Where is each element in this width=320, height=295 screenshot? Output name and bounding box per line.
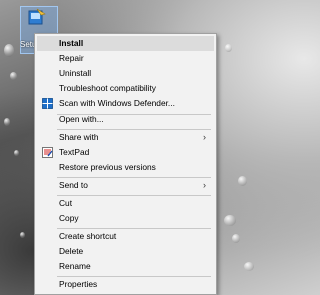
water-drop (10, 72, 17, 80)
shield-icon (42, 98, 53, 109)
water-drop (20, 232, 25, 238)
water-drop (4, 118, 10, 126)
menu-item-rename[interactable]: Rename (37, 259, 214, 274)
menu-item-label: Send to (59, 180, 88, 190)
water-drop (14, 150, 19, 156)
textpad-icon (42, 147, 53, 158)
menu-item-share-with[interactable]: Share with › (37, 130, 214, 145)
submenu-arrow-icon: › (203, 132, 206, 142)
installer-icon (28, 8, 46, 25)
menu-item-label: Restore previous versions (59, 162, 156, 172)
menu-item-label: Properties (59, 279, 98, 289)
water-drop (244, 262, 254, 271)
menu-item-label: Delete (59, 246, 84, 256)
menu-item-send-to[interactable]: Send to › (37, 178, 214, 193)
water-drop (238, 176, 247, 186)
menu-item-install[interactable]: Install (37, 36, 214, 51)
menu-item-uninstall[interactable]: Uninstall (37, 66, 214, 81)
water-drop (224, 215, 236, 226)
menu-item-label: Cut (59, 198, 73, 208)
menu-item-copy[interactable]: Copy (37, 211, 214, 226)
water-drop (232, 234, 240, 243)
menu-item-restore-versions[interactable]: Restore previous versions (37, 160, 214, 175)
menu-item-label: Uninstall (59, 68, 92, 78)
menu-item-label: Share with (59, 132, 99, 142)
context-menu: Install Repair Uninstall Troubleshoot co… (34, 33, 217, 295)
menu-item-troubleshoot[interactable]: Troubleshoot compatibility (37, 81, 214, 96)
menu-item-label: Troubleshoot compatibility (59, 83, 156, 93)
menu-item-create-shortcut[interactable]: Create shortcut (37, 229, 214, 244)
menu-item-cut[interactable]: Cut (37, 196, 214, 211)
water-drop (225, 44, 232, 52)
menu-item-label: TextPad (59, 147, 90, 157)
menu-item-label: Repair (59, 53, 84, 63)
menu-item-label: Copy (59, 213, 79, 223)
submenu-arrow-icon: › (203, 180, 206, 190)
menu-item-label: Install (59, 38, 84, 48)
menu-item-delete[interactable]: Delete (37, 244, 214, 259)
menu-item-label: Rename (59, 261, 91, 271)
menu-item-label: Open with... (59, 114, 104, 124)
menu-item-scan-defender[interactable]: Scan with Windows Defender... (37, 96, 214, 111)
menu-item-repair[interactable]: Repair (37, 51, 214, 66)
menu-item-open-with[interactable]: Open with... (37, 112, 214, 127)
menu-item-label: Create shortcut (59, 231, 117, 241)
water-drop (4, 44, 14, 57)
menu-item-label: Scan with Windows Defender... (59, 98, 175, 108)
menu-item-properties[interactable]: Properties (37, 277, 214, 292)
menu-item-textpad[interactable]: TextPad (37, 145, 214, 160)
